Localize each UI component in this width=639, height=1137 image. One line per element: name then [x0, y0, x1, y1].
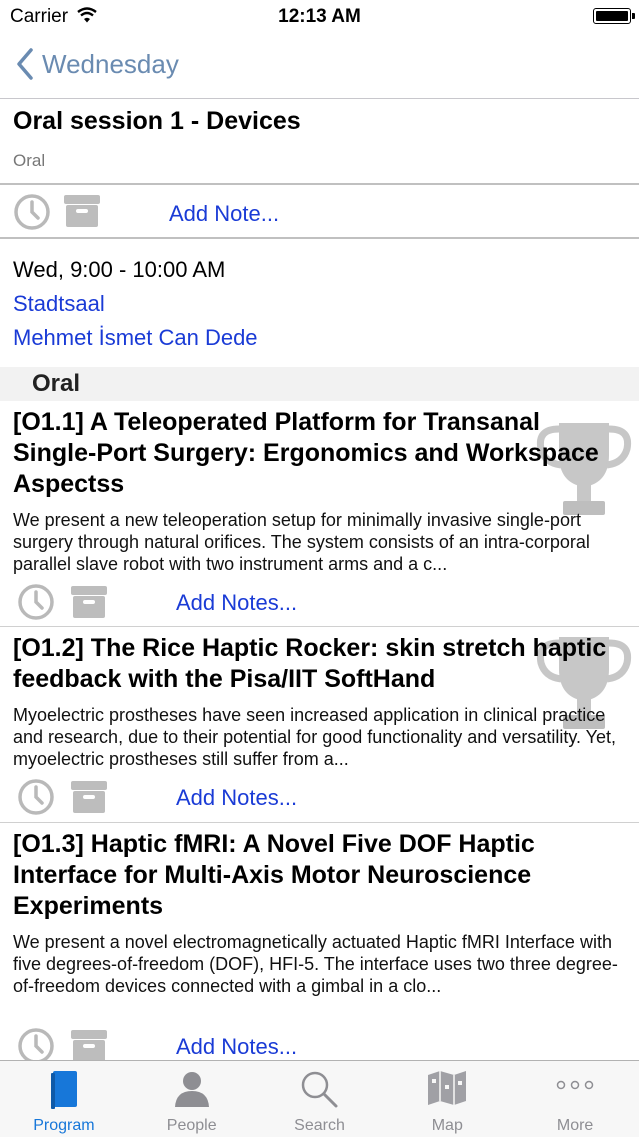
- clock-icon[interactable]: [13, 193, 51, 236]
- status-bar: Carrier 12:13 AM: [0, 0, 639, 34]
- clock: 12:13 AM: [278, 6, 361, 27]
- paper-abstract: We present a new teleoperation setup for…: [13, 510, 590, 574]
- tab-more[interactable]: More: [511, 1061, 639, 1137]
- battery-icon: [593, 8, 635, 24]
- tab-label: Program: [33, 1117, 95, 1134]
- clock-icon[interactable]: [17, 778, 55, 821]
- session-title: Oral session 1 - Devices: [13, 107, 301, 135]
- section-title: Oral: [32, 370, 81, 397]
- tab-label: People: [166, 1117, 217, 1134]
- paper-item[interactable]: [O1.2] The Rice Haptic Rocker: skin stre…: [0, 627, 639, 823]
- archive-box-icon[interactable]: [70, 779, 108, 820]
- session-actions: Add Note...: [0, 185, 639, 239]
- add-notes-button[interactable]: Add Notes...: [176, 785, 297, 811]
- section-header: Oral: [0, 367, 639, 401]
- tab-label: Search: [294, 1117, 345, 1134]
- tab-people[interactable]: People: [128, 1061, 256, 1137]
- navigation-bar: Wednesday: [0, 34, 639, 99]
- session-type: Oral: [13, 151, 46, 170]
- paper-item[interactable]: [O1.3] Haptic fMRI: A Novel Five DOF Hap…: [0, 823, 639, 1060]
- chevron-left-icon: [17, 48, 33, 80]
- add-notes-button[interactable]: Add Notes...: [176, 590, 297, 616]
- add-notes-button[interactable]: Add Notes...: [176, 1034, 297, 1060]
- tab-bar: Program People Search Map More: [0, 1060, 639, 1137]
- archive-box-icon[interactable]: [70, 584, 108, 625]
- paper-abstract: We present a novel electromagnetically a…: [13, 932, 618, 996]
- tab-map[interactable]: Map: [383, 1061, 511, 1137]
- paper-title: [O1.2] The Rice Haptic Rocker: skin stre…: [13, 634, 607, 693]
- session-header: Oral session 1 - Devices Oral: [0, 99, 639, 185]
- paper-abstract: Myoelectric prostheses have seen increas…: [13, 705, 617, 769]
- add-note-button[interactable]: Add Note...: [169, 201, 279, 227]
- clock-icon[interactable]: [17, 583, 55, 626]
- back-button[interactable]: Wednesday: [16, 48, 179, 80]
- session-details: Wed, 9:00 - 10:00 AM Stadtsaal Mehmet İs…: [13, 253, 613, 355]
- room-link[interactable]: Stadtsaal: [13, 287, 613, 321]
- person-icon: [174, 1072, 209, 1107]
- tab-program[interactable]: Program: [0, 1061, 128, 1137]
- map-icon: [428, 1071, 467, 1105]
- tab-label: Map: [431, 1117, 463, 1134]
- tab-label: More: [556, 1117, 594, 1134]
- archive-box-icon[interactable]: [70, 1028, 108, 1060]
- tab-search[interactable]: Search: [256, 1061, 384, 1137]
- archive-box-icon[interactable]: [63, 193, 101, 234]
- session-time: Wed, 9:00 - 10:00 AM: [13, 257, 226, 282]
- more-icon: [556, 1080, 594, 1090]
- clock-icon[interactable]: [17, 1027, 55, 1060]
- paper-title: [O1.1] A Teleoperated Platform for Trans…: [13, 408, 599, 498]
- back-label: Wednesday: [42, 48, 179, 79]
- book-icon: [50, 1071, 77, 1109]
- chair-link[interactable]: Mehmet İsmet Can Dede: [13, 321, 613, 355]
- search-icon: [302, 1071, 338, 1108]
- paper-item[interactable]: [O1.1] A Teleoperated Platform for Trans…: [0, 401, 639, 627]
- paper-title: [O1.3] Haptic fMRI: A Novel Five DOF Hap…: [13, 830, 535, 920]
